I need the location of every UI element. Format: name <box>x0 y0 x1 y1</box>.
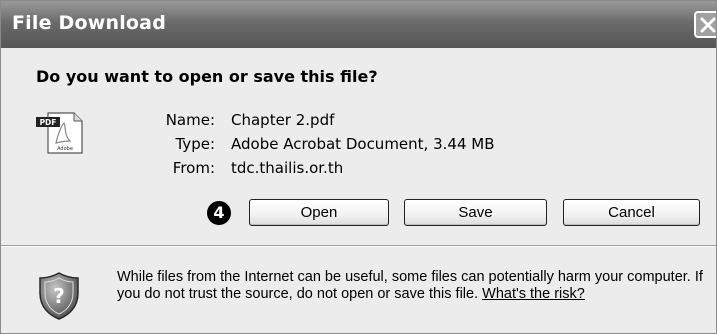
type-value: Adobe Acrobat Document, 3.44 MB <box>231 135 495 153</box>
shield-question-icon: ? <box>39 272 79 320</box>
window-title: File Download <box>12 12 166 34</box>
type-label: Type: <box>175 135 215 153</box>
from-label: From: <box>172 159 215 177</box>
open-button[interactable]: Open <box>249 199 389 226</box>
pdf-badge-label: PDF <box>40 118 57 127</box>
close-button[interactable] <box>694 11 716 38</box>
from-value: tdc.thailis.or.th <box>231 159 344 177</box>
divider-highlight <box>1 246 716 247</box>
name-value: Chapter 2.pdf <box>231 111 335 129</box>
adobe-brand-label: Adobe <box>57 146 73 152</box>
file-download-dialog: File Download Do you want to open or sav… <box>0 0 717 334</box>
warning-text: While files from the Internet can be use… <box>117 269 703 302</box>
cancel-button[interactable]: Cancel <box>563 199 700 226</box>
svg-text:?: ? <box>53 284 65 308</box>
warning-message: While files from the Internet can be use… <box>117 269 712 302</box>
step-marker: 4 <box>207 201 231 225</box>
whats-the-risk-link[interactable]: What's the risk? <box>482 286 585 302</box>
name-label: Name: <box>165 111 215 129</box>
save-button[interactable]: Save <box>404 199 547 226</box>
pdf-document-icon: PDF Adobe <box>36 112 83 154</box>
dialog-question: Do you want to open or save this file? <box>36 67 378 86</box>
title-bar[interactable]: File Download <box>1 1 716 48</box>
close-icon <box>700 17 716 33</box>
